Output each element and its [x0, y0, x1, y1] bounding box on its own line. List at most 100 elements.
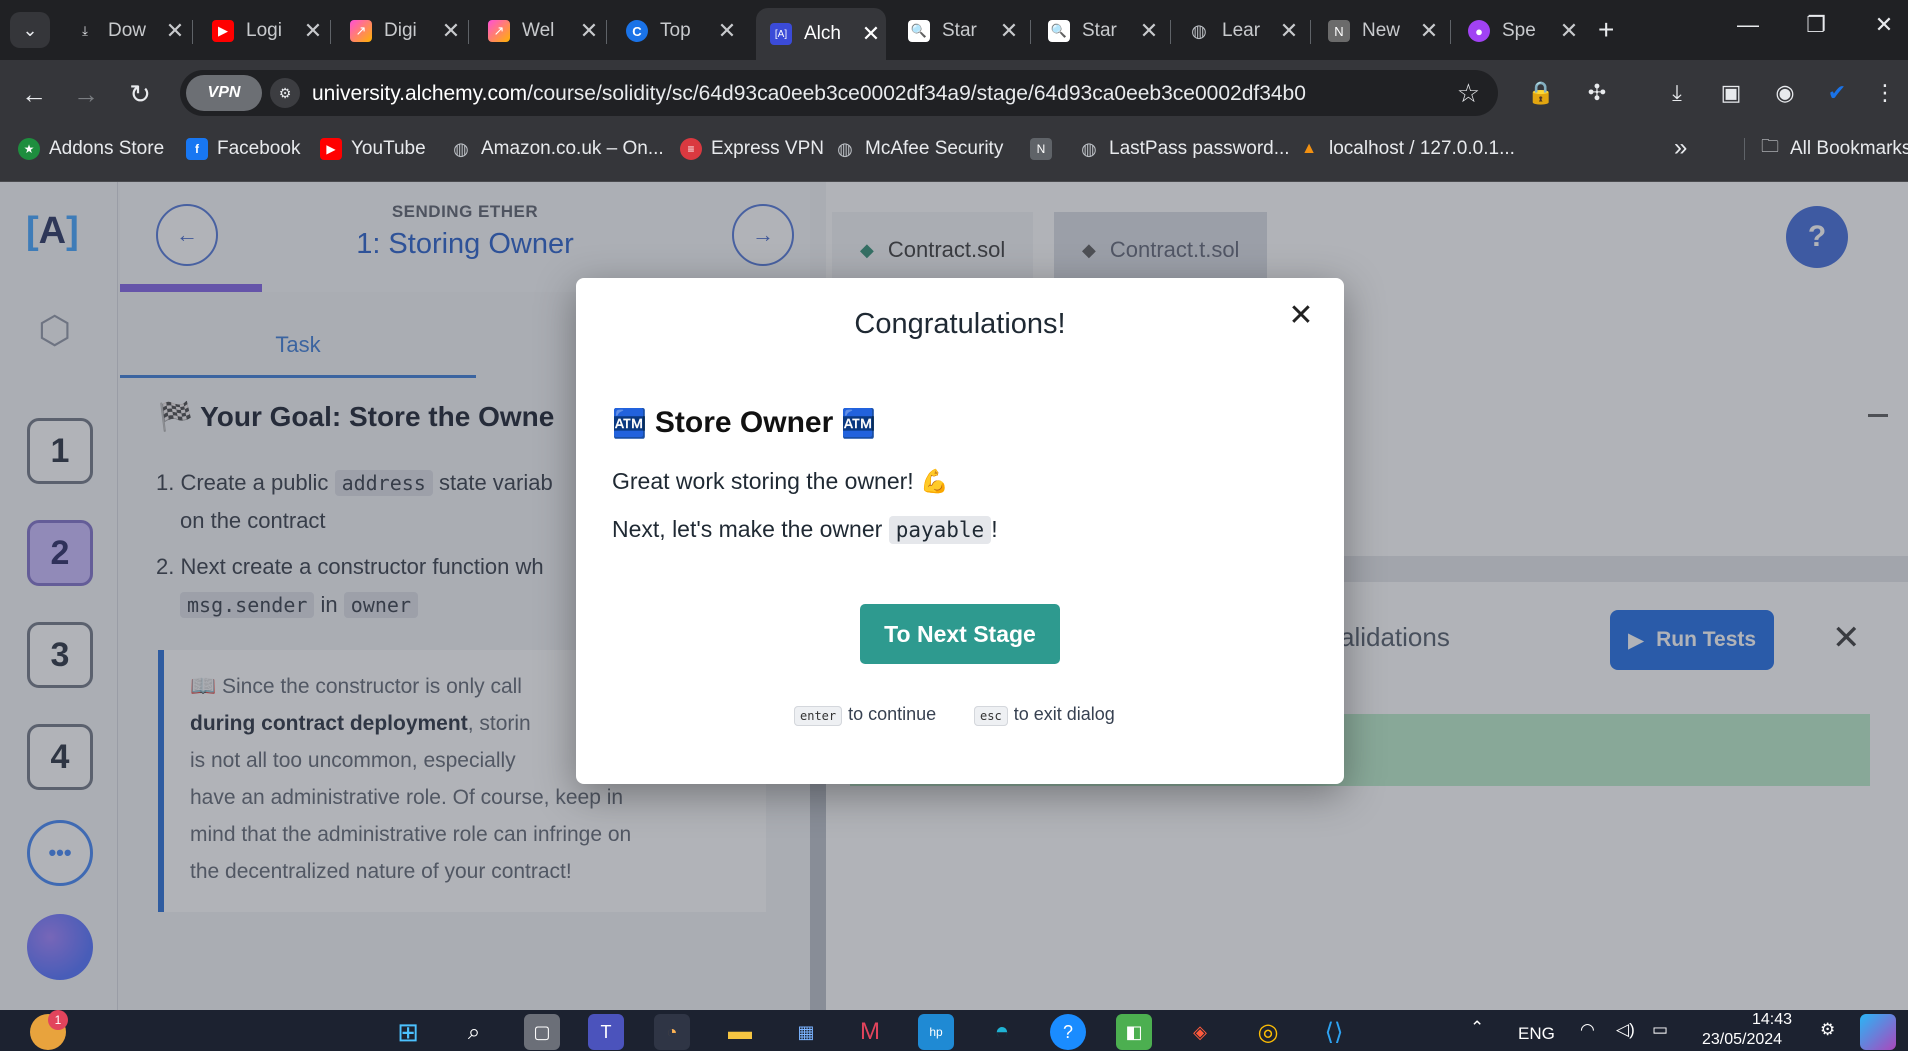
clock-time[interactable]: 14:43 [1752, 1011, 1792, 1029]
bookmark-item[interactable]: N [1030, 138, 1061, 160]
bookmark-item[interactable]: ◍ Amazon.co.uk – On... [450, 138, 664, 160]
close-icon[interactable]: ✕ [1134, 18, 1164, 44]
browser-tab[interactable]: 🔍 Star ✕ [1034, 10, 1164, 52]
myhp-icon[interactable]: hp [918, 1014, 954, 1050]
lock-extension-icon[interactable]: 🔒 [1524, 76, 1558, 110]
close-icon[interactable]: ✕ [1414, 18, 1444, 44]
battery-icon[interactable]: ▭ [1652, 1020, 1668, 1040]
browser-tab[interactable]: ▶ Logi ✕ [198, 10, 328, 52]
atm-icon: 🏧 [612, 407, 647, 439]
side-panel-icon[interactable]: ▣ [1714, 76, 1748, 110]
reload-button[interactable]: ↻ [120, 74, 160, 114]
address-bar[interactable]: VPN ⚙ university.alchemy.com/course/soli… [180, 70, 1498, 116]
figma-icon[interactable]: ◈ [1182, 1014, 1218, 1050]
windows-taskbar: 1 ⊞ ⌕ ▢ T ◔ ▬ ▦ M hp ◓ ? ◧ ◈ ◎ ⟨⟩ ⌃ ENG … [0, 1010, 1908, 1051]
gmail-icon[interactable]: M [852, 1014, 888, 1050]
browser-tab[interactable]: ◍ Lear ✕ [1174, 10, 1304, 52]
bookmark-item[interactable]: f Facebook [186, 138, 300, 160]
dialog-message: Great work storing the owner! 💪 [612, 468, 949, 494]
extensions-puzzle-icon[interactable]: ✣ [1580, 76, 1614, 110]
shield-check-icon[interactable]: ✔ [1820, 76, 1854, 110]
bookmark-label: localhost / 127.0.0.1... [1329, 138, 1515, 159]
bookmark-item[interactable]: ★ Addons Store [18, 138, 164, 160]
profile-avatar-icon[interactable]: ◉ [1768, 76, 1802, 110]
dialog-title: Congratulations! [854, 308, 1066, 340]
file-explorer-icon[interactable]: ▬ [722, 1014, 758, 1050]
all-bookmarks-button[interactable]: 🗀 All Bookmarks [1744, 136, 1908, 160]
bookmark-item[interactable]: ≡ Express VPN [680, 138, 824, 160]
close-icon[interactable]: ✕ [1274, 18, 1304, 44]
site-info-icon[interactable]: ⚙ [270, 78, 300, 108]
browser-tab[interactable]: ⤓ Dow ✕ [60, 10, 190, 52]
n-icon: N [1030, 138, 1052, 160]
close-icon[interactable]: ✕ [436, 18, 466, 44]
vpn-badge[interactable]: VPN [186, 75, 262, 111]
minimize-icon[interactable]: — [1728, 12, 1768, 38]
c-icon: C [626, 20, 648, 42]
chrome-icon[interactable]: ◎ [1250, 1014, 1286, 1050]
download-icon[interactable]: ⤓ [1660, 76, 1694, 110]
tab-label: Lear [1222, 20, 1261, 41]
app-green-icon[interactable]: ◧ [1116, 1014, 1152, 1050]
help-icon[interactable]: ? [1050, 1014, 1086, 1050]
tab-label: Spe [1502, 20, 1536, 41]
n-icon: N [1328, 20, 1350, 42]
vscode-icon[interactable]: ⟨⟩ [1316, 1014, 1352, 1050]
close-icon[interactable]: ✕ [574, 18, 604, 44]
youtube-icon: ▶ [212, 20, 234, 42]
youtube-icon: ▶ [320, 138, 342, 160]
chart-icon: ↗ [488, 20, 510, 42]
browser-tab[interactable]: C Top ✕ [612, 10, 742, 52]
close-icon[interactable]: ✕ [856, 21, 886, 47]
notifications-icon[interactable]: ⚙ [1820, 1020, 1835, 1040]
bookmark-label: LastPass password... [1109, 138, 1290, 159]
forward-button[interactable]: → [66, 74, 106, 114]
close-icon[interactable]: ✕ [994, 18, 1024, 44]
browser-tab[interactable]: 🔍 Star ✕ [894, 10, 1024, 52]
clock-date[interactable]: 23/05/2024 [1702, 1031, 1782, 1049]
volume-icon[interactable]: ◁) [1616, 1020, 1635, 1040]
language-indicator[interactable]: ENG [1518, 1024, 1555, 1044]
task-view-icon[interactable]: ▢ [524, 1014, 560, 1050]
arrow-left-icon: ← [21, 78, 47, 109]
new-tab-button[interactable]: + [1598, 14, 1614, 46]
bookmarks-overflow-button[interactable]: » [1674, 134, 1687, 162]
tab-label: Star [942, 20, 977, 41]
browser-tab[interactable]: ● Spe ✕ [1454, 10, 1584, 52]
close-icon[interactable]: ✕ [160, 18, 190, 44]
globe-icon: ◍ [453, 138, 469, 159]
close-icon[interactable]: ✕ [298, 18, 328, 44]
bookmark-item[interactable]: ▶ YouTube [320, 138, 426, 160]
edge-icon[interactable]: ◓ [984, 1014, 1020, 1050]
close-window-icon[interactable]: ✕ [1864, 12, 1904, 38]
tray-chevron-icon[interactable]: ⌃ [1470, 1018, 1484, 1038]
next-stage-button[interactable]: To Next Stage [860, 604, 1060, 664]
tab-label: Top [660, 20, 691, 41]
browser-tab[interactable]: N New ✕ [1314, 10, 1444, 52]
bookmark-item[interactable]: ▲ localhost / 127.0.0.1... [1298, 138, 1515, 160]
bookmark-star-icon[interactable]: ☆ [1457, 78, 1480, 109]
browser-tab[interactable]: ↗ Wel ✕ [474, 10, 604, 52]
tab-search-button[interactable]: ⌄ [10, 12, 50, 48]
close-icon[interactable]: ✕ [1286, 299, 1316, 332]
wifi-icon[interactable]: ◠ [1580, 1020, 1595, 1040]
close-icon[interactable]: ✕ [1554, 18, 1584, 44]
browser-tab-active[interactable]: [A] Alch ✕ [756, 8, 886, 60]
teams-icon[interactable]: T [588, 1014, 624, 1050]
copilot-icon[interactable] [1860, 1014, 1896, 1050]
url-text[interactable]: university.alchemy.com/course/solidity/s… [312, 82, 1306, 106]
search-icon[interactable]: ⌕ [456, 1014, 492, 1050]
kebab-menu-icon[interactable]: ⋮ [1868, 76, 1902, 110]
windows-start-icon[interactable]: ⊞ [390, 1014, 426, 1050]
bookmark-label: All Bookmarks [1790, 138, 1908, 159]
close-icon[interactable]: ✕ [712, 18, 742, 44]
restore-icon[interactable]: ❐ [1796, 12, 1836, 38]
browser-tab[interactable]: ↗ Digi ✕ [336, 10, 466, 52]
bookmark-item[interactable]: ◍ McAfee Security [834, 138, 1003, 160]
brave-icon[interactable]: ◔ [654, 1014, 690, 1050]
store-icon[interactable]: ▦ [788, 1014, 824, 1050]
tab-label: Wel [522, 20, 555, 41]
tab-label: Alch [804, 23, 841, 44]
bookmark-item[interactable]: ◍ LastPass password... [1078, 138, 1290, 160]
back-button[interactable]: ← [14, 74, 54, 114]
